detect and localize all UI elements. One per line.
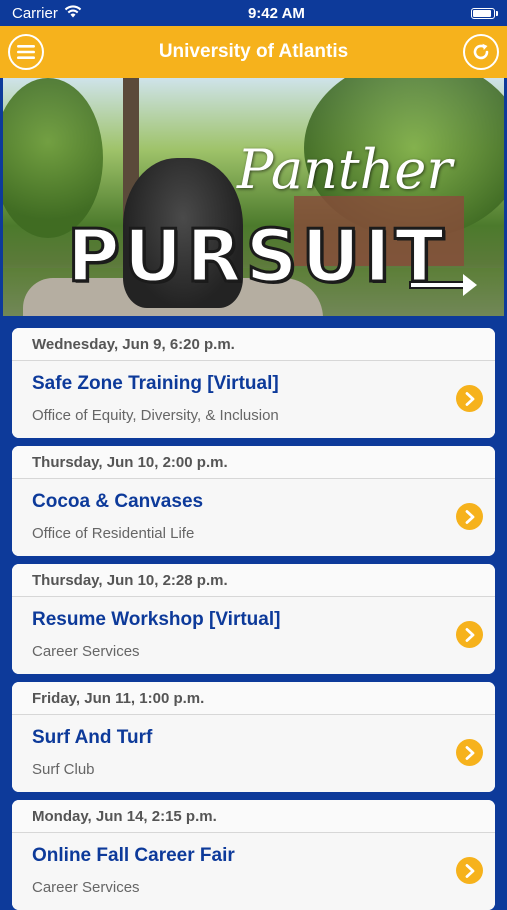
event-card[interactable]: Friday, Jun 11, 1:00 p.m. Surf And Turf … [12,682,495,792]
event-title: Online Fall Career Fair [32,845,235,866]
hero-title-main: PURSUIT [66,213,448,300]
event-card[interactable]: Thursday, Jun 10, 2:00 p.m. Cocoa & Canv… [12,446,495,556]
event-body: Cocoa & Canvases Office of Residential L… [12,479,495,556]
status-left: Carrier [12,5,82,22]
chevron-right-icon[interactable] [456,503,483,530]
event-date: Friday, Jun 11, 1:00 p.m. [12,682,495,715]
status-time: 9:42 AM [247,4,305,22]
event-organizer: Office of Equity, Diversity, & Inclusion [32,407,279,424]
event-organizer: Career Services [32,879,140,896]
event-date: Thursday, Jun 10, 2:28 p.m. [12,564,495,597]
status-bar: Carrier 9:42 AM [0,0,507,26]
refresh-icon [473,43,489,60]
event-card[interactable]: Wednesday, Jun 9, 6:20 p.m. Safe Zone Tr… [12,328,495,438]
hero-title-script: Panther [237,138,453,201]
event-date: Wednesday, Jun 9, 6:20 p.m. [12,328,495,361]
chevron-right-icon[interactable] [456,621,483,648]
refresh-button[interactable] [463,34,499,70]
event-card[interactable]: Monday, Jun 14, 2:15 p.m. Online Fall Ca… [12,800,495,910]
event-date: Thursday, Jun 10, 2:00 p.m. [12,446,495,479]
event-body: Resume Workshop [Virtual] Career Service… [12,597,495,674]
event-title: Resume Workshop [Virtual] [32,609,281,630]
hero-banner: Panther PURSUIT [3,78,504,316]
menu-button[interactable] [8,34,44,70]
event-card[interactable]: Thursday, Jun 10, 2:28 p.m. Resume Works… [12,564,495,674]
event-body: Safe Zone Training [Virtual] Office of E… [12,361,495,438]
battery-icon [471,7,498,19]
menu-icon [17,45,35,59]
event-organizer: Surf Club [32,761,95,778]
event-body: Surf And Turf Surf Club [12,715,495,792]
arrow-graphic [411,274,477,296]
nav-bar: University of Atlantis [0,26,507,78]
event-date: Monday, Jun 14, 2:15 p.m. [12,800,495,833]
event-title: Cocoa & Canvases [32,491,204,512]
nav-title: University of Atlantis [158,41,349,62]
event-title: Safe Zone Training [Virtual] [32,373,279,394]
event-organizer: Career Services [32,643,140,660]
event-list: Wednesday, Jun 9, 6:20 p.m. Safe Zone Tr… [0,316,507,910]
event-body: Online Fall Career Fair Career Services [12,833,495,910]
wifi-icon [64,4,82,22]
carrier-label: Carrier [12,4,58,22]
event-title: Surf And Turf [32,727,153,748]
chevron-right-icon[interactable] [456,385,483,412]
chevron-right-icon[interactable] [456,857,483,884]
event-organizer: Office of Residential Life [32,525,195,542]
chevron-right-icon[interactable] [456,739,483,766]
